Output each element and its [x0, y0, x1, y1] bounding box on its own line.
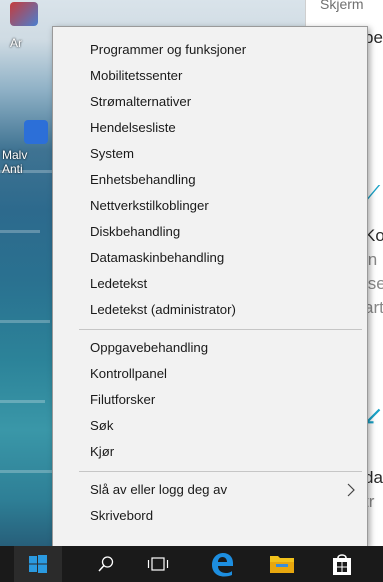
- winx-context-menu: Programmer og funksjoner Mobilitetssente…: [52, 26, 368, 547]
- search-button[interactable]: [82, 546, 130, 582]
- search-icon: [98, 556, 114, 572]
- menu-item-label: Ledetekst (administrator): [90, 302, 236, 317]
- file-explorer-icon: [270, 556, 294, 573]
- menu-item-label: Strømalternativer: [90, 94, 192, 109]
- menu-item-label: Skrivebord: [90, 508, 154, 523]
- menu-item-network-connections[interactable]: Nettverkstilkoblinger: [53, 193, 367, 219]
- menu-item-run[interactable]: Kjør: [53, 439, 367, 465]
- store-button[interactable]: [318, 546, 366, 582]
- menu-item-label: Oppgavebehandling: [90, 340, 209, 355]
- menu-item-label: Hendelsesliste: [90, 120, 176, 135]
- wave-decoration: [0, 400, 45, 403]
- menu-item-mobility-center[interactable]: Mobilitetssenter: [53, 63, 367, 89]
- menu-item-task-manager[interactable]: Oppgavebehandling: [53, 335, 367, 361]
- menu-item-label: Slå av eller logg deg av: [90, 482, 228, 497]
- menu-item-computer-management[interactable]: Datamaskinbehandling: [53, 245, 367, 271]
- desktop-icon-label: Malv: [2, 148, 28, 162]
- malwarebytes-icon: [24, 120, 48, 144]
- menu-item-search[interactable]: Søk: [53, 413, 367, 439]
- task-view-button[interactable]: [134, 546, 182, 582]
- desktop-icon-label: Ar: [10, 36, 22, 50]
- menu-item-label: Diskbehandling: [90, 224, 181, 239]
- menu-item-system[interactable]: System: [53, 141, 367, 167]
- menu-item-control-panel[interactable]: Kontrollpanel: [53, 361, 367, 387]
- taskbar: [0, 546, 383, 582]
- menu-item-label: Datamaskinbehandling: [90, 250, 225, 265]
- menu-item-label: Kjør: [90, 444, 115, 459]
- file-explorer-button[interactable]: [258, 546, 306, 582]
- menu-item-command-prompt-admin[interactable]: Ledetekst (administrator): [53, 297, 367, 323]
- edge-browser-icon: [212, 553, 233, 577]
- desktop-icon-malwarebytes[interactable]: Malv Anti: [2, 120, 48, 176]
- menu-item-label: Søk: [90, 418, 114, 433]
- menu-item-shutdown-signout[interactable]: Slå av eller logg deg av: [53, 477, 367, 503]
- menu-separator: [79, 329, 362, 330]
- edge-browser-button[interactable]: [198, 546, 246, 582]
- menu-item-label: Nettverkstilkoblinger: [90, 198, 209, 213]
- wave-decoration: [0, 320, 50, 323]
- menu-separator: [79, 471, 362, 472]
- desktop-icon-label: Anti: [2, 162, 23, 176]
- menu-item-label: Enhetsbehandling: [90, 172, 196, 187]
- menu-item-label: Filutforsker: [90, 392, 156, 407]
- menu-item-disk-management[interactable]: Diskbehandling: [53, 219, 367, 245]
- menu-item-label: System: [90, 146, 134, 161]
- menu-item-file-explorer[interactable]: Filutforsker: [53, 387, 367, 413]
- menu-item-event-viewer[interactable]: Hendelsesliste: [53, 115, 367, 141]
- menu-item-power-options[interactable]: Strømalternativer: [53, 89, 367, 115]
- store-icon: [333, 554, 351, 575]
- wave-decoration: [0, 230, 40, 233]
- window-title-fragment: Skjerm: [320, 0, 364, 12]
- menu-item-label: Ledetekst: [90, 276, 148, 291]
- menu-item-label: Programmer og funksjoner: [90, 42, 247, 57]
- task-view-icon: [147, 557, 169, 571]
- windows-start-icon: [29, 555, 47, 573]
- menu-item-device-manager[interactable]: Enhetsbehandling: [53, 167, 367, 193]
- menu-item-command-prompt[interactable]: Ledetekst: [53, 271, 367, 297]
- menu-item-programs-and-features[interactable]: Programmer og funksjoner: [53, 37, 367, 63]
- wave-decoration: [0, 470, 55, 473]
- desktop-icon-top[interactable]: Ar: [10, 2, 38, 50]
- start-button[interactable]: [14, 546, 62, 582]
- menu-item-desktop[interactable]: Skrivebord: [53, 503, 367, 529]
- menu-item-label: Kontrollpanel: [90, 366, 167, 381]
- app-shortcut-icon: [10, 2, 38, 26]
- chevron-right-icon: [347, 477, 355, 503]
- menu-item-label: Mobilitetssenter: [90, 68, 183, 83]
